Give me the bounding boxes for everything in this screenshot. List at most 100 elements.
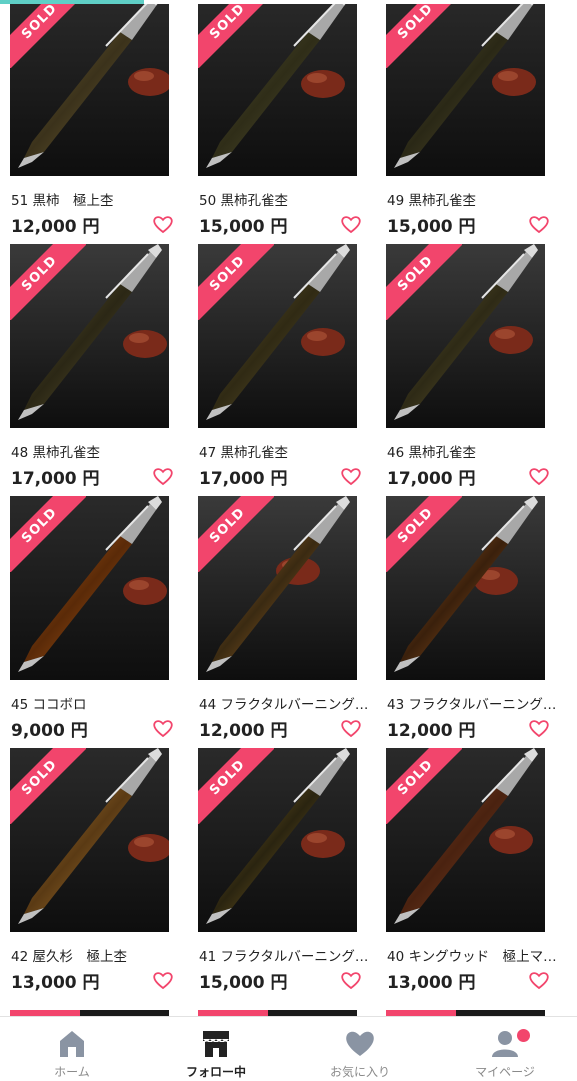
product-title[interactable]: 51 黒柿 極上杢 xyxy=(11,189,181,209)
product-price: 12,000 円 xyxy=(11,217,100,237)
product-title[interactable]: 42 屋久杉 極上杢 xyxy=(11,945,181,965)
favorite-heart-icon[interactable] xyxy=(152,970,174,990)
product-card[interactable]: SOLD 49 黒柿孔雀杢 15,000 円 xyxy=(376,0,566,244)
favorite-heart-icon[interactable] xyxy=(528,466,550,486)
product-price: 9,000 円 xyxy=(11,721,88,741)
product-title[interactable]: 50 黒柿孔雀杢 xyxy=(199,189,369,209)
favorite-heart-icon[interactable] xyxy=(340,718,362,738)
tab-following[interactable]: フォロー中 xyxy=(144,1017,288,1081)
product-price: 17,000 円 xyxy=(387,469,476,489)
product-card[interactable]: SOLD 40 キングウッド 極上マ… 13,000 円 xyxy=(376,748,566,1000)
product-image[interactable]: SOLD xyxy=(386,0,545,176)
product-card[interactable]: SOLD 42 屋久杉 極上杢 13,000 円 xyxy=(0,748,190,1000)
sold-ribbon: SOLD xyxy=(198,496,274,572)
product-image[interactable]: SOLD xyxy=(198,244,357,428)
product-card[interactable]: SOLD 44 フラクタルバーニング… 12,000 円 xyxy=(188,496,378,748)
sold-label: SOLD xyxy=(10,0,86,68)
product-image[interactable]: SOLD xyxy=(10,496,169,680)
product-image[interactable]: SOLD xyxy=(386,496,545,680)
sold-ribbon: SOLD xyxy=(198,0,274,68)
sold-label: SOLD xyxy=(198,748,274,824)
product-image[interactable]: SOLD xyxy=(10,0,169,176)
tab-mypage[interactable]: マイページ xyxy=(433,1017,577,1081)
product-card[interactable]: SOLD 45 ココボロ 9,000 円 xyxy=(0,496,190,748)
sold-ribbon: SOLD xyxy=(386,496,462,572)
tab-favorites[interactable]: お気に入り xyxy=(288,1017,432,1081)
notification-badge xyxy=(515,1027,532,1044)
product-image[interactable]: SOLD xyxy=(10,748,169,932)
product-price: 15,000 円 xyxy=(387,217,476,237)
sold-label: SOLD xyxy=(386,748,462,824)
product-title[interactable]: 49 黒柿孔雀杢 xyxy=(387,189,557,209)
product-title[interactable]: 40 キングウッド 極上マ… xyxy=(387,945,557,965)
product-card[interactable]: SOLD 46 黒柿孔雀杢 17,000 円 xyxy=(376,244,566,496)
sold-ribbon: SOLD xyxy=(10,748,86,824)
product-card[interactable]: SOLD 48 黒柿孔雀杢 17,000 円 xyxy=(0,244,190,496)
product-price: 12,000 円 xyxy=(387,721,476,741)
sold-label: SOLD xyxy=(198,496,274,572)
product-title[interactable]: 47 黒柿孔雀杢 xyxy=(199,441,369,461)
product-title[interactable]: 46 黒柿孔雀杢 xyxy=(387,441,557,461)
tab-home[interactable]: ホーム xyxy=(0,1017,144,1081)
product-image[interactable]: SOLD xyxy=(198,496,357,680)
tab-favorites-label: お気に入り xyxy=(329,1065,390,1079)
favorite-heart-icon[interactable] xyxy=(152,466,174,486)
sold-ribbon: SOLD xyxy=(10,244,86,320)
heart-icon xyxy=(346,1031,374,1056)
product-image[interactable]: SOLD xyxy=(198,0,357,176)
shop-icon xyxy=(203,1031,229,1057)
sold-ribbon: SOLD xyxy=(198,748,274,824)
sold-label: SOLD xyxy=(10,496,86,572)
product-price: 15,000 円 xyxy=(199,217,288,237)
favorite-heart-icon[interactable] xyxy=(528,718,550,738)
product-card[interactable]: SOLD 51 黒柿 極上杢 12,000 円 xyxy=(0,0,190,244)
sold-ribbon: SOLD xyxy=(386,748,462,824)
tab-following-label: フォロー中 xyxy=(185,1065,246,1079)
sold-ribbon: SOLD xyxy=(10,0,86,68)
favorite-heart-icon[interactable] xyxy=(340,466,362,486)
product-card[interactable]: SOLD 47 黒柿孔雀杢 17,000 円 xyxy=(188,244,378,496)
sold-ribbon: SOLD xyxy=(386,244,462,320)
favorite-heart-icon[interactable] xyxy=(528,970,550,990)
product-price: 12,000 円 xyxy=(199,721,288,741)
product-title[interactable]: 48 黒柿孔雀杢 xyxy=(11,441,181,461)
product-image[interactable]: SOLD xyxy=(198,748,357,932)
favorite-heart-icon[interactable] xyxy=(340,970,362,990)
sold-label: SOLD xyxy=(386,496,462,572)
product-price: 13,000 円 xyxy=(11,973,100,993)
sold-label: SOLD xyxy=(198,244,274,320)
sold-ribbon: SOLD xyxy=(10,496,86,572)
sold-label: SOLD xyxy=(10,244,86,320)
product-card[interactable]: SOLD 41 フラクタルバーニング… 15,000 円 xyxy=(188,748,378,1000)
product-card[interactable]: SOLD 50 黒柿孔雀杢 15,000 円 xyxy=(188,0,378,244)
product-price: 13,000 円 xyxy=(387,973,476,993)
product-image[interactable]: SOLD xyxy=(386,244,545,428)
favorite-heart-icon[interactable] xyxy=(340,214,362,234)
bottom-tab-bar: ホーム フォロー中 お気に入り マイページ xyxy=(0,1016,577,1081)
loading-progress-bar xyxy=(0,0,577,4)
sold-label: SOLD xyxy=(386,0,462,68)
sold-label: SOLD xyxy=(386,244,462,320)
sold-ribbon: SOLD xyxy=(198,244,274,320)
favorite-heart-icon[interactable] xyxy=(528,214,550,234)
product-title[interactable]: 44 フラクタルバーニング… xyxy=(199,693,369,713)
sold-ribbon: SOLD xyxy=(386,0,462,68)
product-price: 17,000 円 xyxy=(199,469,288,489)
product-card[interactable]: SOLD 43 フラクタルバーニング… 12,000 円 xyxy=(376,496,566,748)
sold-label: SOLD xyxy=(198,0,274,68)
tab-home-label: ホーム xyxy=(54,1065,90,1079)
tab-mypage-label: マイページ xyxy=(475,1065,535,1079)
sold-label: SOLD xyxy=(10,748,86,824)
product-grid: SOLD 51 黒柿 極上杢 12,000 円 SOLD 50 黒柿孔雀杢 15,000 … xyxy=(0,0,577,1080)
product-title[interactable]: 45 ココボロ xyxy=(11,693,181,713)
product-price: 17,000 円 xyxy=(11,469,100,489)
favorite-heart-icon[interactable] xyxy=(152,718,174,738)
product-price: 15,000 円 xyxy=(199,973,288,993)
product-title[interactable]: 41 フラクタルバーニング… xyxy=(199,945,369,965)
product-title[interactable]: 43 フラクタルバーニング… xyxy=(387,693,557,713)
product-image[interactable]: SOLD xyxy=(10,244,169,428)
home-icon xyxy=(60,1031,84,1057)
favorite-heart-icon[interactable] xyxy=(152,214,174,234)
product-image[interactable]: SOLD xyxy=(386,748,545,932)
loading-progress-fill xyxy=(0,0,145,4)
